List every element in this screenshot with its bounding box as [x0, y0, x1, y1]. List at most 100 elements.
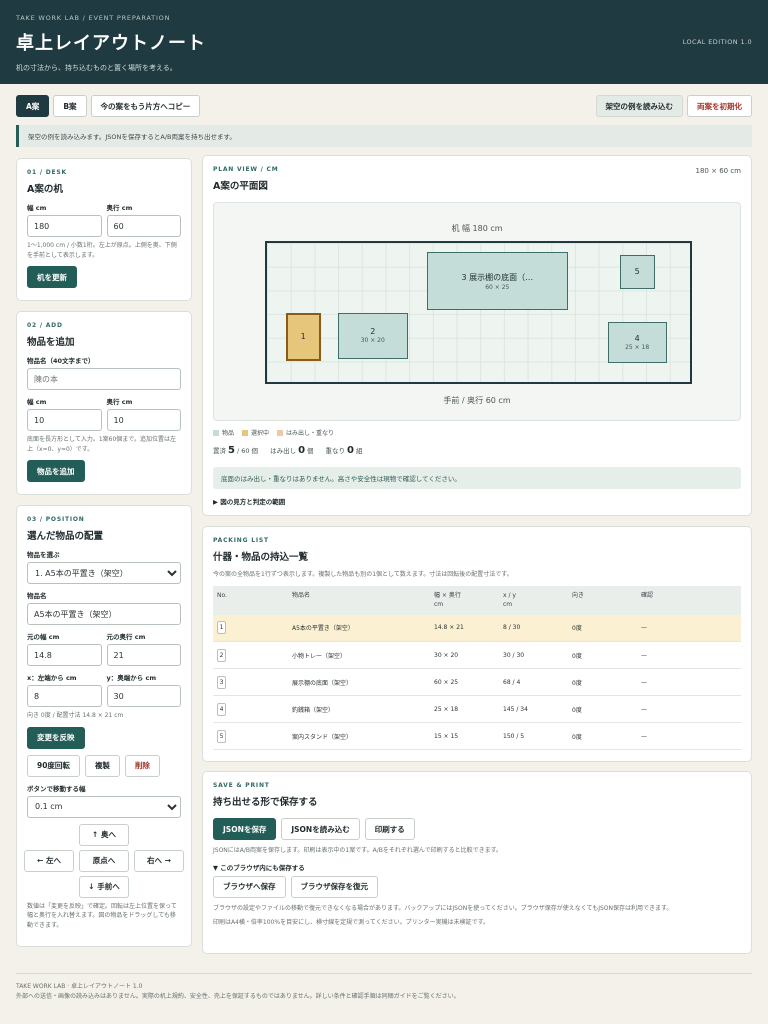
cell-size: 60 × 25: [430, 668, 499, 696]
cell-no: 2: [213, 641, 288, 669]
cell-dir: 0度: [568, 695, 637, 723]
x-position-label: x：左端から cm: [27, 674, 77, 682]
app-header: TAKE WORK LAB / EVENT PREPARATION 卓上レイアウ…: [0, 0, 768, 84]
plan-item-5[interactable]: 5: [619, 254, 655, 290]
browser-restore-button[interactable]: ブラウザ保存を復元: [290, 875, 378, 898]
edition-label: LOCAL EDITION 1.0: [682, 38, 752, 46]
item-width-input[interactable]: [27, 409, 102, 431]
plan-item-3[interactable]: 3 展示棚の底面（… 60 × 25: [426, 252, 568, 311]
table-row[interactable]: 2 小物トレー（架空） 30 × 20 30 / 30 0度 —: [213, 641, 741, 669]
legend-selected: 選択中: [242, 428, 269, 437]
desk-width-label: 幅 cm: [27, 204, 47, 212]
table-row[interactable]: 1 A5本の平置き（架空） 14.8 × 21 8 / 30 0度 —: [213, 614, 741, 642]
legend-swatch-overflow: [277, 430, 284, 436]
duplicate-button[interactable]: 複製: [84, 754, 120, 777]
cell-check: —: [637, 614, 741, 642]
desk-width-input[interactable]: [27, 215, 102, 237]
item-select[interactable]: 1. A5本の平置き（架空）: [27, 562, 181, 584]
move-origin-button[interactable]: 原点へ: [79, 849, 129, 872]
plan-details-toggle[interactable]: ▶ 図の見方と判定の範囲: [213, 496, 285, 506]
delete-button[interactable]: 削除: [124, 754, 160, 777]
cell-name: 小物トレー（架空）: [288, 641, 430, 669]
move-down-button[interactable]: ↓ 手前へ: [79, 875, 129, 898]
item-depth-input[interactable]: [106, 409, 181, 431]
move-pad: ↑ 奥へ ← 左へ 原点へ 右へ → ↓ 手前へ: [24, 823, 184, 898]
plan-a-tab[interactable]: A案: [16, 95, 50, 117]
desk-depth-input[interactable]: [106, 215, 181, 237]
selected-name-label: 物品名: [27, 592, 47, 600]
overlap-count-label: 重なり: [325, 447, 346, 455]
plan-item-4[interactable]: 4 25 × 18: [607, 321, 667, 364]
rotate-button[interactable]: 90度回転: [27, 754, 80, 777]
col-pos: x / y cm: [499, 585, 568, 615]
plan-item-2[interactable]: 2 30 × 20: [337, 312, 408, 359]
desk-width-caption: 机 幅 180 cm: [451, 224, 503, 233]
step-select[interactable]: 0.1 cm: [27, 795, 181, 818]
save-json-button[interactable]: JSONを保存: [213, 818, 277, 840]
selected-name-input[interactable]: [27, 603, 181, 625]
col-check: 確認: [637, 585, 741, 615]
col-pos-label: x / y: [503, 591, 516, 599]
notice-banner: 架空の例を読み込みます。JSONを保存するとA/B両案を持ち出せます。: [16, 125, 752, 147]
table-row[interactable]: 5 案内スタンド（架空） 15 × 15 150 / 5 0度 —: [213, 722, 741, 750]
cell-size: 30 × 20: [430, 641, 499, 669]
orig-width-input[interactable]: [27, 644, 102, 666]
update-desk-button[interactable]: 机を更新: [27, 266, 77, 288]
table-row[interactable]: 4 釣銭箱（架空） 25 × 18 145 / 34 0度 —: [213, 695, 741, 723]
plan-size-label: 180 × 60 cm: [695, 167, 741, 175]
load-example-button[interactable]: 架空の例を読み込む: [595, 95, 683, 117]
plan-b-tab[interactable]: B案: [53, 95, 87, 117]
item-name-input[interactable]: [27, 368, 181, 390]
table-row[interactable]: 3 展示棚の底面（架空） 60 × 25 68 / 4 0度 —: [213, 668, 741, 696]
plan-legend: 物品 選択中 はみ出し・重なり: [213, 428, 334, 437]
cell-dir: 0度: [568, 722, 637, 750]
save-section-label: SAVE & PRINT: [213, 782, 270, 789]
cell-dir: 0度: [568, 614, 637, 642]
move-right-button[interactable]: 右へ →: [134, 849, 184, 872]
page-title: 卓上レイアウトノート: [16, 33, 206, 54]
print-button[interactable]: 印刷する: [364, 818, 415, 840]
add-hint: 底面を長方形として入力。1案60個まで。追加位置は左上（x=0、y=0）です。: [27, 436, 177, 453]
plan-counts: 置済 5/ 60 個 はみ出し 0 個 重なり 0 組: [213, 445, 363, 456]
reset-plans-button[interactable]: 両案を初期化: [687, 95, 752, 117]
plan-item-label: 3 展示棚の底面（…: [461, 272, 534, 282]
add-item-button[interactable]: 物品を追加: [27, 460, 85, 482]
load-json-button[interactable]: JSONを読み込む: [281, 818, 360, 840]
packing-table: No. 物品名 幅 × 奥行 cm x / y cm 向き 確認 1 A5本の平置き…: [213, 585, 741, 750]
cell-no: 1: [213, 614, 288, 642]
overflow-count-value: 0: [298, 445, 306, 456]
print-note: 印刷はA4横・倍率100%を目安にし、検寸線を定規で測ってください。プリンター実…: [213, 919, 489, 926]
plan-title: A案の平面図: [213, 181, 268, 192]
copy-plan-button[interactable]: 今の案をもう片方へコピー: [90, 95, 201, 117]
save-desc: JSONにはA/B両案を保存します。印刷は表示中の1案です。A/Bをそれぞれ選ん…: [213, 847, 502, 854]
footer-line-2: 外部への送信・画像の読み込みはありません。実際の机上規約、安全性、売上を保証する…: [16, 993, 460, 1000]
apply-changes-button[interactable]: 変更を反映: [27, 726, 85, 749]
cell-size: 15 × 15: [430, 722, 499, 750]
packing-desc: 今の案の全物品を1行ずつ表示します。複製した物品も別の1個として数えます。寸法は…: [213, 571, 513, 578]
col-name: 物品名: [288, 585, 430, 615]
add-card-title: 物品を追加: [27, 337, 75, 348]
position-card-title: 選んだ物品の配置: [27, 531, 104, 542]
browser-save-button[interactable]: ブラウザへ保存: [213, 875, 286, 898]
placed-count-suffix: / 60 個: [236, 447, 259, 455]
plan-item-label: 1: [300, 332, 306, 342]
position-hint: 数値は「変更を反映」で確定。回転は左上位置を保って幅と奥行を入れ替えます。図の物…: [27, 902, 177, 929]
plan-item-1[interactable]: 1: [285, 312, 321, 362]
cell-size: 25 × 18: [430, 695, 499, 723]
cell-no: 3: [213, 668, 288, 696]
move-up-button[interactable]: ↑ 奥へ: [79, 823, 129, 846]
cell-check: —: [637, 668, 741, 696]
legend-item: 物品: [213, 428, 234, 437]
row-number-badge: 1: [217, 621, 226, 635]
move-left-button[interactable]: ← 左へ: [24, 849, 74, 872]
col-no: No.: [213, 585, 288, 615]
orig-depth-input[interactable]: [106, 644, 181, 666]
plan-item-label: 4: [634, 334, 640, 344]
col-size-unit: cm: [434, 600, 444, 608]
cell-pos: 8 / 30: [499, 614, 568, 642]
x-position-input[interactable]: [27, 685, 102, 707]
browser-save-toggle[interactable]: ▼ このブラウザ内にも保存する: [213, 862, 741, 872]
y-position-input[interactable]: [106, 685, 181, 707]
row-number-badge: 3: [217, 675, 226, 689]
cell-check: —: [637, 695, 741, 723]
